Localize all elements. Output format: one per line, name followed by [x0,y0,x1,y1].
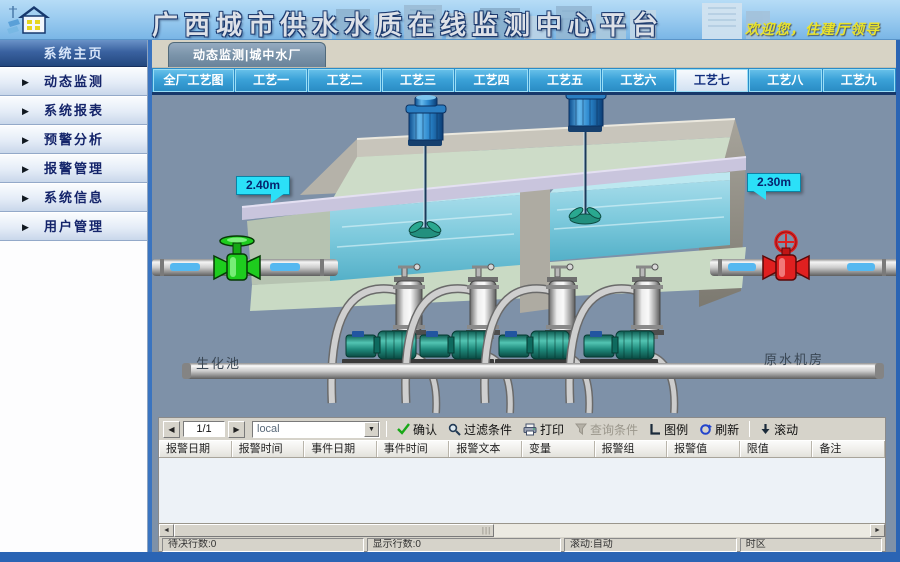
right-triangle-icon: ▶ [233,425,239,434]
triangle-arrow-icon: ▶ [22,213,31,241]
scroll-left-icon[interactable]: ◄ [159,524,174,537]
tab-process-5[interactable]: 工艺五 [529,69,601,92]
level-indicator-tank2: 2.30m [747,173,801,192]
status-timezone: 时区 [740,538,882,552]
platform-logo-icon [6,2,52,39]
col-alarm-time: 报警时间 [232,441,305,457]
tab-process-6[interactable]: 工艺六 [602,69,674,92]
status-pending-rows: 待决行数:0 [162,538,364,552]
alarm-status-bar: 待决行数:0 显示行数:0 滚动:自动 时区 [159,537,885,553]
tab-process-3[interactable]: 工艺三 [382,69,454,92]
sidebar-item-system-info[interactable]: ▶系统信息 [0,183,147,212]
autoscroll-button[interactable]: 滚动 [756,420,802,438]
toolbar-separator [749,421,750,437]
legend-icon [649,423,661,435]
next-page-button[interactable]: ▶ [228,421,245,438]
page-title: 广西城市供水水质在线监测中心平台 [152,5,664,40]
chevron-down-icon[interactable]: ▼ [364,422,379,437]
server-select[interactable]: local ▼ [252,421,380,438]
area-label-biochemical-pool: 生化池 [196,353,241,372]
alarm-control: ◀ 1/1 ▶ local ▼ 确认 过滤条件 打印 查询条件 [158,417,886,552]
alarm-table-header: 报警日期 报警时间 事件日期 事件时间 报警文本 变量 报警组 报警值 限值 备… [159,440,885,458]
tab-process-1[interactable]: 工艺一 [235,69,307,92]
col-limit-value: 限值 [740,441,813,457]
col-alarm-date: 报警日期 [159,441,232,457]
horizontal-scrollbar[interactable]: ◄ ► [159,523,885,537]
tab-process-2[interactable]: 工艺二 [308,69,380,92]
toolbar-separator [386,421,387,437]
filter-button[interactable]: 过滤条件 [444,420,516,438]
col-variable: 变量 [522,441,595,457]
alarm-toolbar: ◀ 1/1 ▶ local ▼ 确认 过滤条件 打印 查询条件 [159,418,885,440]
print-button[interactable]: 打印 [519,420,568,438]
breadcrumb-strip: 动态监测|城中水厂 [152,40,896,68]
tank-scene [152,95,896,417]
sidebar-item-alarm-management[interactable]: ▶报警管理 [0,154,147,183]
col-alarm-text: 报警文本 [449,441,522,457]
scada-diagram: 2.40m 2.30m 生化池 原水机房 [152,95,896,417]
col-alarm-value: 报警值 [667,441,740,457]
main-area: 动态监测|城中水厂 全厂工艺图 工艺一 工艺二 工艺三 工艺四 工艺五 工艺六 … [148,40,896,552]
tab-process-7-selected[interactable]: 工艺七 [676,69,748,92]
status-scroll-mode: 滚动:自动 [564,538,737,552]
sidebar-item-dynamic-monitoring[interactable]: ▶动态监测 [0,67,147,96]
sidebar-item-home[interactable]: 系统主页 [0,40,147,67]
tab-process-9[interactable]: 工艺九 [823,69,895,92]
scrollbar-track[interactable] [174,524,870,537]
triangle-arrow-icon: ▶ [22,155,31,183]
triangle-arrow-icon: ▶ [22,68,31,96]
level-indicator-tank1: 2.40m [236,176,290,195]
sidebar-item-system-reports[interactable]: ▶系统报表 [0,96,147,125]
triangle-arrow-icon: ▶ [22,184,31,212]
col-event-date: 事件日期 [304,441,377,457]
magnifier-icon [448,423,461,436]
outlet-valve-red [763,232,809,280]
area-label-raw-water-room: 原水机房 [764,349,824,368]
alarm-table-body [159,458,885,523]
check-icon [397,423,410,435]
prev-page-button[interactable]: ◀ [163,421,180,438]
tab-plant-overview[interactable]: 全厂工艺图 [153,69,234,92]
header-banner: 广西城市供水水质在线监测中心平台 欢迎您，住建厅领导 [0,0,900,40]
col-remark: 备注 [812,441,885,457]
breadcrumb[interactable]: 动态监测|城中水厂 [168,42,326,67]
sidebar: 系统主页 ▶动态监测 ▶系统报表 ▶预警分析 ▶报警管理 ▶系统信息 ▶用户管理 [0,40,148,552]
scroll-right-icon[interactable]: ► [870,524,885,537]
scrollbar-thumb[interactable] [174,524,494,537]
refresh-button[interactable]: 刷新 [695,420,743,438]
sidebar-item-warning-analysis[interactable]: ▶预警分析 [0,125,147,154]
col-event-time: 事件时间 [377,441,450,457]
triangle-arrow-icon: ▶ [22,126,31,154]
acknowledge-button[interactable]: 确认 [393,420,441,438]
server-select-value: local [253,422,364,437]
status-displayed-rows: 显示行数:0 [367,538,561,552]
refresh-icon [699,423,712,436]
process-tabbar: 全厂工艺图 工艺一 工艺二 工艺三 工艺四 工艺五 工艺六 工艺七 工艺八 工艺… [152,68,896,95]
down-arrow-icon [760,423,771,435]
col-alarm-group: 报警组 [595,441,668,457]
legend-button[interactable]: 图例 [645,420,692,438]
tab-process-4[interactable]: 工艺四 [455,69,527,92]
page-indicator: 1/1 [183,421,225,437]
sidebar-item-user-management[interactable]: ▶用户管理 [0,212,147,241]
welcome-text: 欢迎您，住建厅领导 [745,19,880,39]
printer-icon [523,423,537,436]
tab-process-8[interactable]: 工艺八 [749,69,821,92]
left-triangle-icon: ◀ [168,425,174,434]
funnel-icon [575,423,587,435]
triangle-arrow-icon: ▶ [22,97,31,125]
query-button[interactable]: 查询条件 [571,420,642,438]
